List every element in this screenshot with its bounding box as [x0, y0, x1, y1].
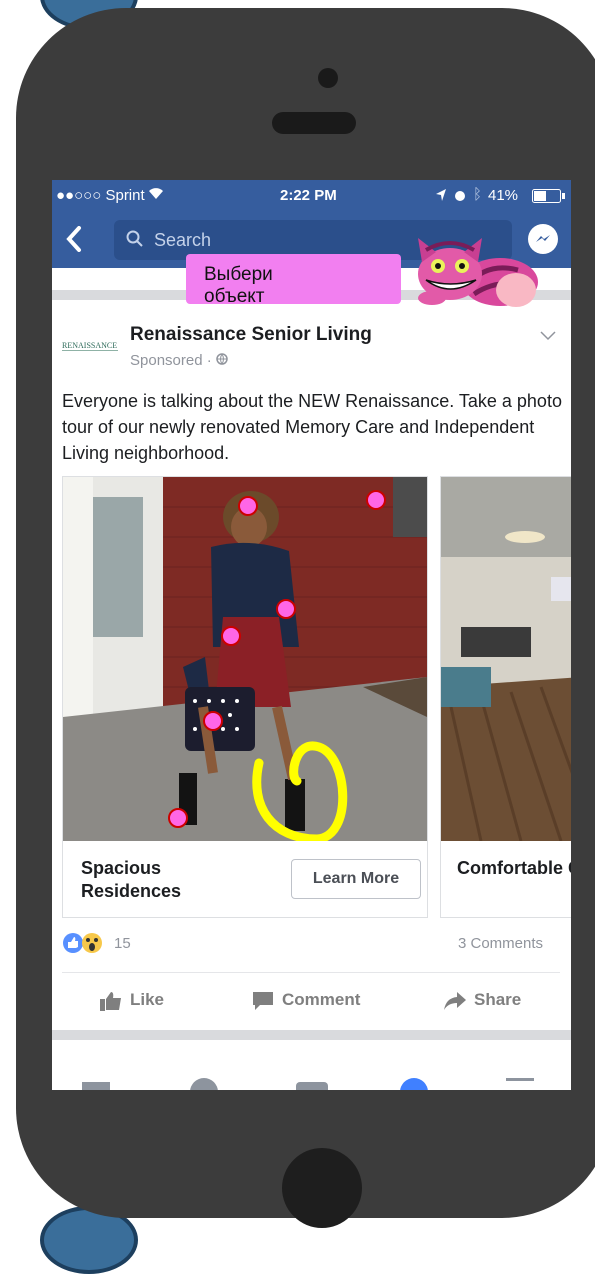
carousel-card-2[interactable]: Comfortable Community [440, 476, 571, 918]
share-label: Share [474, 990, 522, 1009]
share-button[interactable]: Share [444, 990, 521, 1011]
logo-wordmark: RENAISSANCE [62, 341, 117, 350]
comment-button[interactable]: Comment [252, 990, 360, 1011]
marketplace-icon[interactable] [296, 1076, 328, 1090]
video-icon[interactable] [190, 1076, 218, 1090]
like-label: Like [130, 990, 165, 1009]
home-button[interactable] [282, 1148, 362, 1228]
globe-icon [216, 352, 228, 369]
share-icon [444, 990, 474, 1010]
news-feed-icon[interactable] [82, 1076, 110, 1090]
like-button[interactable]: Like [100, 990, 164, 1011]
page-name-link[interactable]: Renaissance Senior Living [130, 324, 372, 346]
marker-dot[interactable] [238, 496, 258, 516]
reaction-count[interactable]: 15 [114, 935, 131, 952]
location-icon [435, 188, 447, 206]
alarm-icon [454, 189, 466, 206]
search-icon [126, 230, 144, 253]
bluetooth-icon: ᛒ [473, 186, 483, 203]
marker-dot[interactable] [276, 599, 296, 619]
phone-speaker [272, 112, 356, 134]
marker-dot[interactable] [203, 711, 223, 731]
carousel-card-1[interactable]: Spacious Residences Learn More [62, 476, 428, 918]
comment-label: Comment [282, 990, 361, 1009]
notifications-icon[interactable] [400, 1076, 428, 1090]
cheshire-cat-sticker [408, 232, 540, 315]
battery-percent: 41% [488, 187, 519, 204]
card-title-2[interactable]: Comfortable Community [457, 857, 571, 880]
card-title-1[interactable]: Spacious Residences [81, 857, 241, 903]
menu-icon[interactable] [506, 1076, 534, 1090]
clock: 2:22 PM [280, 187, 337, 204]
marker-dot[interactable] [168, 808, 188, 828]
comment-icon [252, 990, 282, 1010]
carrier-label: ●●○○○ Sprint [56, 187, 145, 204]
like-icon [100, 990, 130, 1011]
marker-dot[interactable] [221, 626, 241, 646]
instruction-tooltip: Выбери объект [186, 254, 401, 307]
sponsored-text: Sponsored · [130, 352, 216, 369]
status-bar: ●●○○○ Sprint 2:22 PM ᛒ 41% [52, 180, 571, 212]
instruction-text: Выбери объект [204, 264, 273, 307]
battery-icon [532, 189, 566, 207]
marker-dot[interactable] [366, 490, 386, 510]
post-body-text: Everyone is talking about the NEW Renais… [62, 391, 562, 463]
sponsored-label: Sponsored · [130, 352, 228, 369]
advertiser-logo[interactable]: RENAISSANCE [62, 338, 120, 352]
back-icon[interactable] [66, 226, 86, 254]
phone-screen: ●●○○○ Sprint 2:22 PM ᛒ 41% Search Выбери… [52, 180, 571, 1090]
chevron-down-icon[interactable] [540, 328, 556, 346]
card-photo-interior[interactable] [441, 477, 571, 841]
search-placeholder: Search [154, 230, 212, 250]
wifi-icon [148, 186, 164, 204]
feed-divider-bottom [52, 1030, 571, 1040]
comments-count-link[interactable]: 3 Comments [458, 935, 543, 952]
action-divider [62, 972, 560, 973]
card-photo-woman[interactable] [63, 477, 427, 841]
learn-more-button[interactable]: Learn More [291, 859, 421, 899]
reactions-summary[interactable] [62, 932, 112, 954]
phone-camera [318, 68, 338, 88]
